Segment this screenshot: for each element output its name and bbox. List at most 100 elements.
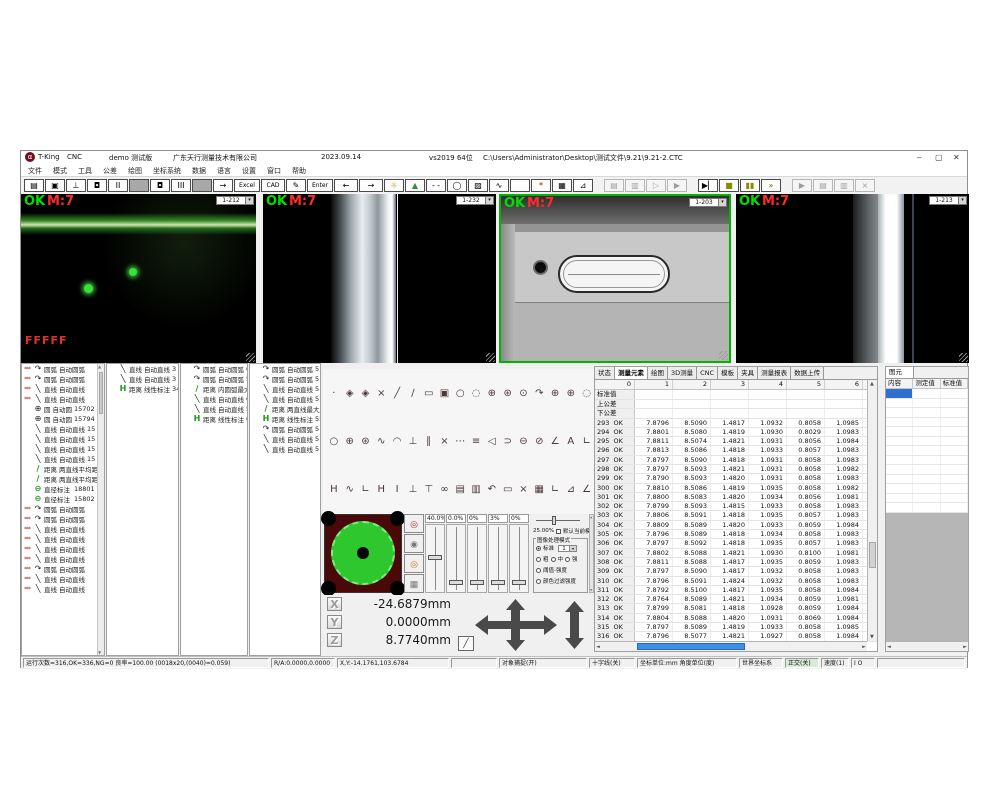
feature-item[interactable]: ╲直线自动直线5: [250, 444, 320, 454]
element-row[interactable]: [886, 446, 968, 456]
feature-item[interactable]: ***↷圆弧自动圆弧: [22, 364, 104, 374]
tool-icon-r3-14[interactable]: ▦: [531, 484, 547, 495]
menu-item-8[interactable]: 语言: [217, 166, 231, 176]
slider-track[interactable]: [425, 524, 445, 593]
feature-item[interactable]: ╲直线自动直线5: [250, 434, 320, 444]
feature-item[interactable]: ╲直线自动直线15: [22, 454, 104, 464]
toolbar-run-button[interactable]: »: [761, 179, 781, 192]
radio-mid[interactable]: [551, 557, 556, 562]
feature-item[interactable]: ↷圆弧自动圆弧6: [181, 364, 247, 374]
menu-item-11[interactable]: 帮助: [292, 166, 306, 176]
tool-icon-r2-10[interactable]: ≡: [468, 436, 484, 447]
table-row[interactable]: 310 OK7.87968.50911.48241.09320.80581.09…: [595, 577, 877, 586]
light-source-button-3[interactable]: ◎: [404, 554, 424, 573]
feature-item[interactable]: ╲直线自动直线6: [181, 394, 247, 404]
menu-item-10[interactable]: 窗口: [267, 166, 281, 176]
menu-item-4[interactable]: 公差: [103, 166, 117, 176]
table-row[interactable]: 295 OK7.88118.50741.48211.09310.80561.09…: [595, 437, 877, 446]
radio-strong[interactable]: [565, 557, 570, 562]
table-row[interactable]: 313 OK7.87998.50811.48181.09280.80591.09…: [595, 604, 877, 613]
table-tab-4[interactable]: 3D测量: [668, 367, 697, 379]
feature-item[interactable]: ***╲直线自动直线: [22, 394, 104, 404]
tool-icon-r1-13[interactable]: ⊙: [516, 388, 532, 399]
feature-item[interactable]: H距离线性标注66: [181, 414, 247, 424]
radio-color-filter[interactable]: [536, 579, 541, 584]
tool-icon-r3-1[interactable]: H: [326, 484, 342, 495]
feature-item[interactable]: ↷圆弧自动圆弧5: [250, 374, 320, 384]
default-mode-checkbox[interactable]: [556, 529, 561, 534]
table-tab-5[interactable]: CNC: [697, 367, 718, 379]
toolbar-curve-button[interactable]: ∿: [489, 179, 509, 192]
ring-light-pad[interactable]: [324, 514, 402, 593]
tool-icon-r1-8[interactable]: ▣: [437, 388, 453, 399]
horizontal-scrollbar[interactable]: [886, 641, 968, 651]
feature-item[interactable]: H距离线性标注55: [250, 414, 320, 424]
tool-icon-r1-4[interactable]: ×: [373, 388, 389, 399]
feature-item[interactable]: ***╲直线自动直线: [22, 384, 104, 394]
tool-icon-r1-7[interactable]: ▭: [421, 388, 437, 399]
toolbar-play-to-end-button[interactable]: ▶▏: [698, 179, 718, 192]
menu-item-3[interactable]: 工具: [78, 166, 92, 176]
resize-handle-icon[interactable]: [959, 353, 968, 362]
world-coordinate-system[interactable]: 世界坐标系: [739, 658, 783, 668]
scrollbar-thumb[interactable]: [869, 542, 876, 568]
feature-item[interactable]: ╲直线自动直线3: [107, 374, 178, 384]
feature-item[interactable]: ╲直线自动直线15: [22, 424, 104, 434]
light-source-button-2[interactable]: ◉: [404, 534, 424, 553]
menu-item-6[interactable]: 坐标系统: [153, 166, 181, 176]
element-row[interactable]: [886, 475, 968, 485]
speed-indicator[interactable]: 速度(1): [821, 658, 849, 668]
radio-coarse[interactable]: [536, 557, 541, 562]
tool-icon-r3-12[interactable]: ▭: [500, 484, 516, 495]
toolbar-minus-minus-button[interactable]: - -: [426, 179, 446, 192]
tool-icon-r3-13[interactable]: ×: [516, 484, 532, 495]
element-row[interactable]: [886, 437, 968, 447]
element-row[interactable]: [886, 399, 968, 409]
table-row[interactable]: 309 OK7.87978.50901.48171.09320.80581.09…: [595, 567, 877, 576]
toolbar-pattern-button[interactable]: ▨: [468, 179, 488, 192]
tool-icon-r3-16[interactable]: ⊿: [563, 484, 579, 495]
slider-thumb[interactable]: [428, 555, 442, 560]
toolbar-open-button[interactable]: ▣: [45, 179, 65, 192]
camera-view-1[interactable]: OK M:7 1-212 FFFFF: [21, 194, 256, 363]
table-row[interactable]: 303 OK7.88068.50911.48181.09350.80571.09…: [595, 511, 877, 520]
element-row[interactable]: [886, 465, 968, 475]
camera-view-3-selected[interactable]: OK M:7 1-203: [499, 194, 731, 363]
slider-track[interactable]: [509, 524, 529, 593]
object-snap-toggle[interactable]: 对象捕捉(开): [499, 658, 587, 668]
toolbar-print-button[interactable]: ▥: [834, 179, 854, 192]
element-row[interactable]: [886, 408, 968, 418]
slider-thumb[interactable]: [449, 580, 463, 585]
menu-item-7[interactable]: 数据: [192, 166, 206, 176]
tool-icon-r3-6[interactable]: ⊥: [405, 484, 421, 495]
feature-item[interactable]: ╲直线自动直线5: [181, 404, 247, 414]
light-slider-4[interactable]: 3%: [488, 514, 508, 593]
close-button[interactable]: ✕: [947, 151, 963, 163]
scrollbar-thumb[interactable]: [99, 372, 103, 414]
table-row[interactable]: 296 OK7.88138.50861.48181.09330.80571.09…: [595, 446, 877, 455]
toolbar-play-gray-button[interactable]: ▶: [667, 179, 687, 192]
camera-view-4[interactable]: OK M:7 1-213: [736, 194, 969, 363]
resize-handle-icon[interactable]: [486, 353, 495, 362]
toolbar-arrow-left-button[interactable]: ←: [334, 179, 358, 192]
camera3-lens-select[interactable]: 1-203: [689, 198, 727, 207]
toolbar-step-3-button[interactable]: III: [171, 179, 191, 192]
feature-item[interactable]: ⊖直径标注18801: [22, 484, 104, 494]
toolbar-blank-button[interactable]: [510, 179, 530, 192]
radio-threshold[interactable]: [536, 568, 541, 573]
feature-item[interactable]: ╲直线自动直线15: [22, 434, 104, 444]
tool-icon-r1-3[interactable]: ◈: [358, 388, 374, 399]
feature-item[interactable]: ╲直线自动直线15: [22, 444, 104, 454]
element-row[interactable]: [886, 418, 968, 428]
table-tab-9[interactable]: 数据上传: [791, 367, 824, 379]
element-row[interactable]: [886, 484, 968, 494]
element-row[interactable]: [886, 456, 968, 466]
tool-icon-r1-9[interactable]: ○: [452, 388, 468, 399]
tool-icon-r1-10[interactable]: ◌: [468, 388, 484, 399]
table-row[interactable]: 312 OK7.87648.50891.48211.09340.80591.09…: [595, 595, 877, 604]
tool-icon-r2-5[interactable]: ◠: [389, 436, 405, 447]
toolbar-qr-code-button[interactable]: ▦: [552, 179, 572, 192]
tool-icon-r2-14[interactable]: ⊘: [531, 436, 547, 447]
toolbar-magnifier-button[interactable]: ◯: [447, 179, 467, 192]
io-indicator[interactable]: I O: [851, 658, 875, 668]
